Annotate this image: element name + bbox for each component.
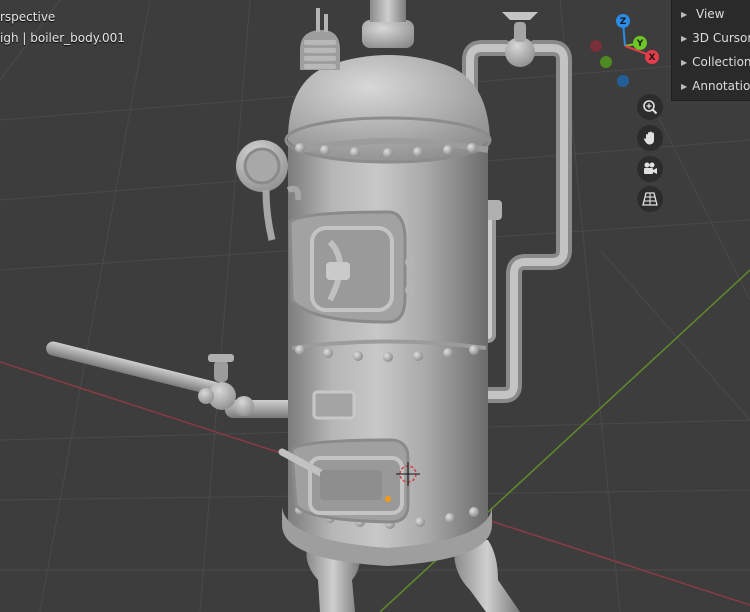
3d-viewport[interactable]: rspective igh | boiler_body.001 Z Y X ▶ … xyxy=(0,0,750,612)
hand-pan-icon xyxy=(643,131,654,145)
gizmo-neg-x[interactable] xyxy=(590,40,602,52)
sidebar-item-label: View xyxy=(696,7,725,21)
expand-arrow-icon: ▶ xyxy=(681,33,688,43)
gizmo-neg-y[interactable] xyxy=(600,56,612,68)
gizmo-neg-z[interactable] xyxy=(617,75,629,87)
sidebar-item-label: Annotation xyxy=(692,79,750,93)
sidebar-item-view[interactable]: ▶ View xyxy=(672,2,750,26)
sidebar-panel: ▶ View ▶ 3D Cursor ▶ Collection ▶ Annota… xyxy=(671,0,750,101)
zoom-icon xyxy=(643,100,658,115)
gizmo-z-label: Z xyxy=(620,17,627,27)
camera-icon xyxy=(644,162,657,174)
perspective-toggle-button[interactable] xyxy=(637,186,663,212)
small-hatch xyxy=(312,390,356,420)
zoom-button[interactable] xyxy=(637,94,663,120)
object-origin xyxy=(385,496,391,502)
gizmo-x-label: X xyxy=(649,53,656,63)
sidebar-item-3d-cursor[interactable]: ▶ 3D Cursor xyxy=(672,26,750,50)
expand-arrow-icon: ▶ xyxy=(681,57,688,67)
view-perspective-label: rspective xyxy=(0,10,56,24)
lower-door xyxy=(278,438,410,524)
camera-view-button[interactable] xyxy=(637,156,663,182)
grid-perspective-icon xyxy=(642,192,658,206)
expand-arrow-icon: ▶ xyxy=(681,9,688,19)
expand-arrow-icon: ▶ xyxy=(681,81,688,91)
pan-button[interactable] xyxy=(637,125,663,151)
navigation-gizmo[interactable]: Z Y X xyxy=(585,10,665,92)
sidebar-item-collection[interactable]: ▶ Collection xyxy=(672,50,750,74)
sidebar-item-label: 3D Cursor xyxy=(692,31,750,45)
sidebar-item-label: Collection xyxy=(692,55,750,69)
sidebar-item-annotation[interactable]: ▶ Annotation xyxy=(672,74,750,98)
active-object-label: igh | boiler_body.001 xyxy=(0,31,125,45)
side-pipe xyxy=(46,341,300,418)
upper-door xyxy=(288,210,415,324)
gizmo-y-label: Y xyxy=(636,39,644,49)
